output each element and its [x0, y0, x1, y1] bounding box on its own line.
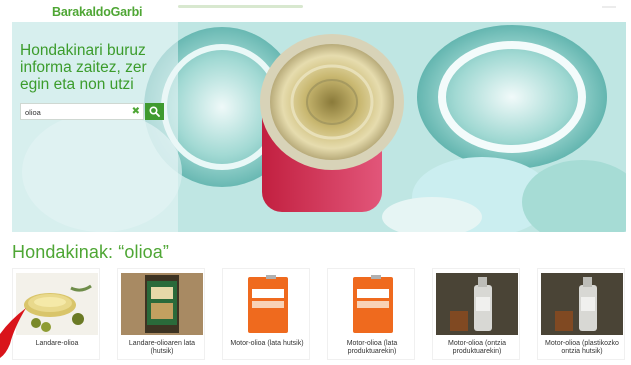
search-icon: [149, 106, 160, 117]
result-card[interactable]: Motor-olioa (plastikozko ontzia hutsik): [537, 268, 625, 360]
motor-oil-bottle-thumbnail: [541, 273, 623, 335]
hero-title: Hondakinari buruz informa zaitez, zer eg…: [20, 42, 147, 93]
result-card-label: Motor-olioa (lata produktuarekin): [346, 340, 398, 355]
result-card-label: Motor-olioa (lata hutsik): [230, 340, 304, 347]
search-input[interactable]: [25, 106, 125, 118]
top-right-placeholder: [602, 6, 616, 8]
top-bar: BarakaldoGarbi: [0, 0, 631, 22]
result-card[interactable]: Motor-olioa (lata hutsik): [222, 268, 310, 360]
result-card-label: Landare-olioaren lata (hutsik): [128, 340, 196, 355]
close-icon[interactable]: ✖: [132, 105, 140, 118]
result-card[interactable]: Motor-olioa (ontzia produktuarekin): [432, 268, 520, 360]
result-card[interactable]: Motor-olioa (lata produktuarekin): [327, 268, 415, 360]
results-heading: Hondakinak: “olioa”: [12, 242, 169, 262]
result-card[interactable]: Landare-olioaren lata (hutsik): [117, 268, 205, 360]
motor-oil-can-thumbnail: [331, 273, 413, 335]
result-card-label: Landare-olioa: [35, 340, 79, 347]
results-list: Landare-olioa Landare-olioaren lata (hut…: [12, 268, 626, 360]
hero-banner: Hondakinari buruz informa zaitez, zer eg…: [12, 22, 626, 232]
site-logo[interactable]: BarakaldoGarbi: [52, 5, 142, 19]
search-box[interactable]: ✖: [20, 103, 144, 120]
motor-oil-bottle-thumbnail: [436, 273, 518, 335]
result-card-label: Motor-olioa (ontzia produktuarekin): [448, 340, 506, 355]
result-card-label: Motor-olioa (plastikozko ontzia hutsik): [545, 340, 619, 355]
olive-oil-thumbnail: [16, 273, 98, 335]
decorative-swoosh: [0, 308, 26, 358]
oil-tin-thumbnail: [121, 273, 203, 335]
top-nav-placeholder: [178, 5, 303, 8]
motor-oil-can-thumbnail: [226, 273, 308, 335]
search-button[interactable]: [145, 103, 164, 120]
